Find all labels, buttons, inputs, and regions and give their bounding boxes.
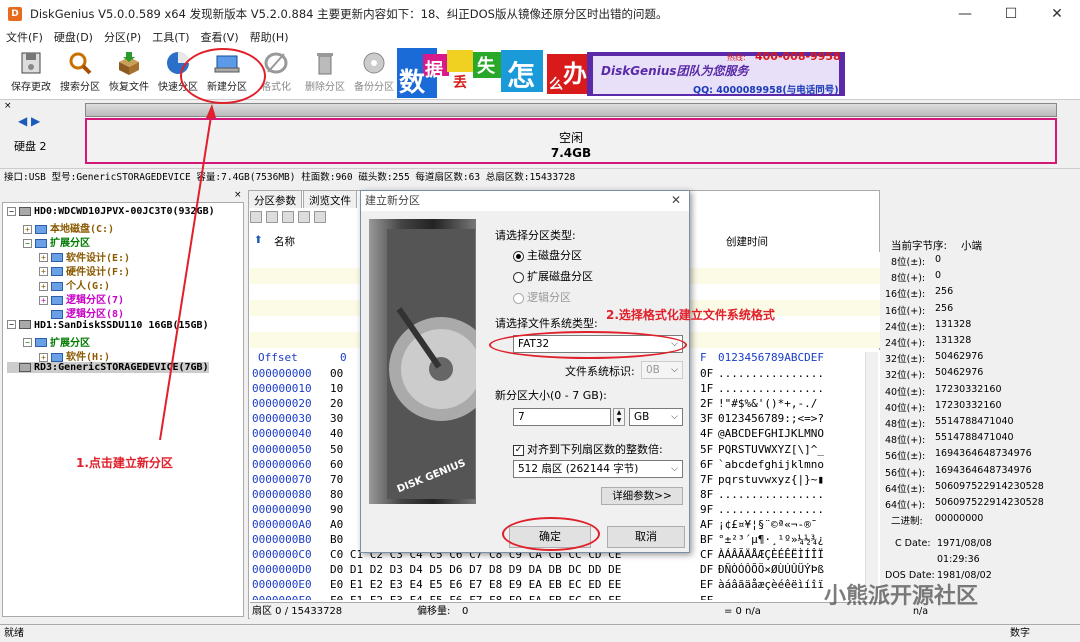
- annotation-step2: 2.选择格式化建立文件系统格式: [606, 308, 775, 322]
- annotation-arrow: [159, 104, 216, 441]
- watermark: 小熊派开源社区: [824, 584, 979, 609]
- annotation-step1: 1.点击建立新分区: [76, 456, 173, 470]
